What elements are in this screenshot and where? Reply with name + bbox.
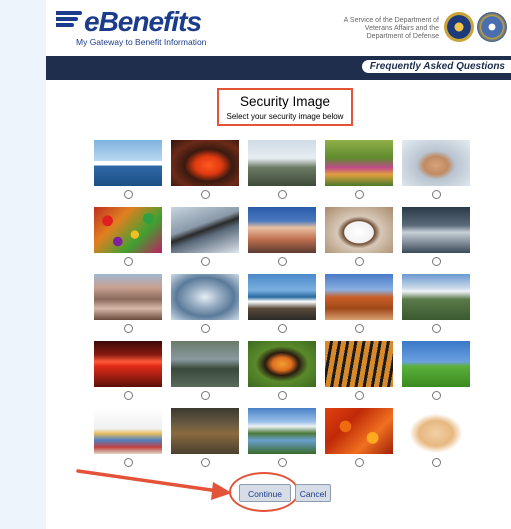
- security-image-radio[interactable]: [278, 458, 287, 467]
- security-image-abc-blocks[interactable]: [94, 408, 162, 454]
- security-image-radio[interactable]: [201, 257, 210, 266]
- security-image-red-fish[interactable]: [171, 140, 239, 186]
- security-image-radio[interactable]: [432, 324, 441, 333]
- dod-seal-icon: [477, 12, 507, 42]
- security-image-hands[interactable]: [402, 140, 470, 186]
- security-image-radio[interactable]: [432, 458, 441, 467]
- site-header: eBenefits My Gateway to Benefit Informat…: [46, 0, 511, 56]
- va-seal-icon: [444, 12, 474, 42]
- security-image-radio[interactable]: [432, 391, 441, 400]
- security-image-radio[interactable]: [278, 257, 287, 266]
- security-image-radio[interactable]: [201, 190, 210, 199]
- security-image-jets[interactable]: [402, 207, 470, 253]
- ebenefits-logo[interactable]: eBenefits My Gateway to Benefit Informat…: [56, 6, 216, 47]
- security-image-radio[interactable]: [432, 190, 441, 199]
- security-image-radio[interactable]: [355, 324, 364, 333]
- security-image-kitten[interactable]: [402, 408, 470, 454]
- security-image-radio[interactable]: [124, 458, 133, 467]
- security-image-eagle[interactable]: [171, 341, 239, 387]
- security-image-title-box: Security Image Select your security imag…: [217, 88, 353, 126]
- security-image-radio[interactable]: [432, 257, 441, 266]
- nav-bar: Frequently Asked Questions: [46, 56, 511, 80]
- page-container: eBenefits My Gateway to Benefit Informat…: [46, 0, 511, 529]
- security-image-bridge[interactable]: [171, 207, 239, 253]
- security-image-radio[interactable]: [278, 190, 287, 199]
- security-image-radio[interactable]: [124, 190, 133, 199]
- security-image-radio[interactable]: [355, 190, 364, 199]
- page-title: Security Image: [239, 94, 331, 109]
- logo-tagline: My Gateway to Benefit Information: [76, 37, 207, 47]
- security-image-sailboats[interactable]: [94, 140, 162, 186]
- left-background-strip: [0, 0, 46, 529]
- security-image-cow-field[interactable]: [402, 341, 470, 387]
- security-image-radio[interactable]: [124, 324, 133, 333]
- continue-button[interactable]: Continue: [239, 484, 291, 502]
- security-image-radio[interactable]: [201, 391, 210, 400]
- security-image-tiger[interactable]: [325, 341, 393, 387]
- security-image-valley[interactable]: [402, 274, 470, 320]
- page-subtitle: Select your security image below: [226, 112, 344, 121]
- security-image-exit-sign[interactable]: [94, 341, 162, 387]
- security-image-autumn-leaves[interactable]: [325, 408, 393, 454]
- security-image-candies[interactable]: [94, 207, 162, 253]
- security-image-radio[interactable]: [278, 324, 287, 333]
- security-image-desert-hills[interactable]: [94, 274, 162, 320]
- security-image-radio[interactable]: [124, 257, 133, 266]
- security-image-river[interactable]: [248, 408, 316, 454]
- security-image-radio[interactable]: [355, 257, 364, 266]
- security-image-garden[interactable]: [325, 140, 393, 186]
- security-image-radio[interactable]: [355, 458, 364, 467]
- security-image-mountain[interactable]: [248, 207, 316, 253]
- security-image-radio[interactable]: [278, 391, 287, 400]
- security-image-radio[interactable]: [201, 458, 210, 467]
- service-text: A Service of the Department of Veterans …: [343, 17, 439, 40]
- security-image-coffee-cup[interactable]: [325, 207, 393, 253]
- logo-text: eBenefits: [84, 6, 202, 37]
- security-image-coast[interactable]: [248, 274, 316, 320]
- security-image-radio[interactable]: [201, 324, 210, 333]
- security-image-fighter-jet[interactable]: [171, 274, 239, 320]
- flag-stripes-icon: [56, 11, 86, 33]
- security-image-arch[interactable]: [325, 274, 393, 320]
- security-image-radio[interactable]: [355, 391, 364, 400]
- security-image-butterfly[interactable]: [248, 341, 316, 387]
- cancel-button[interactable]: Cancel: [295, 484, 331, 502]
- security-image-helicopter[interactable]: [248, 140, 316, 186]
- faq-link[interactable]: Frequently Asked Questions: [361, 60, 511, 73]
- security-image-deer[interactable]: [171, 408, 239, 454]
- security-image-radio[interactable]: [124, 391, 133, 400]
